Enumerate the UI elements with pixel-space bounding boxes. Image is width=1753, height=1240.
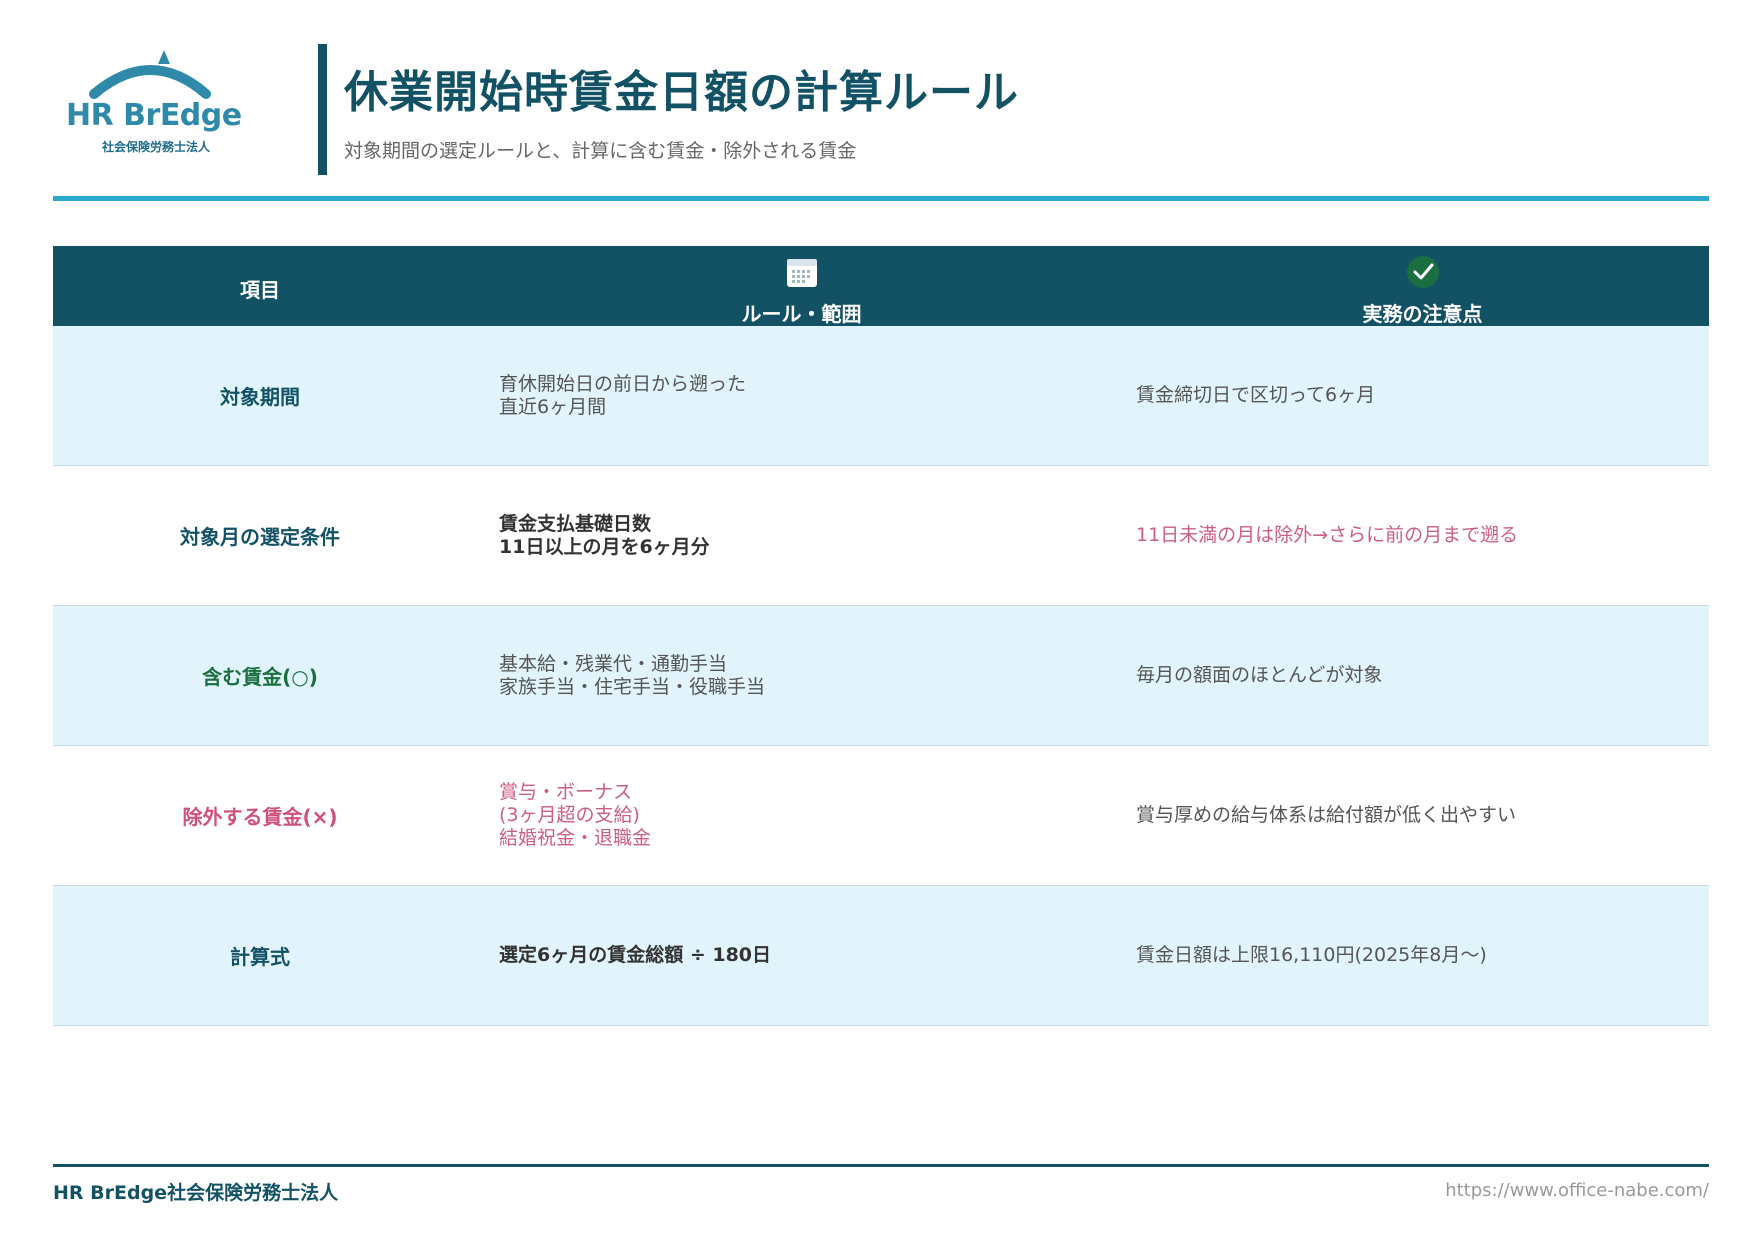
row-note: 11日未満の月は除外→さらに前の月まで遡る	[1136, 524, 1519, 546]
rule-line: 11日以上の月を6ヶ月分	[499, 535, 710, 558]
footer-company: HR BrEdge社会保険労務士法人	[53, 1182, 339, 1204]
table-row: 計算式 選定6ヶ月の賃金総額 ÷ 180日 賃金日額は上限16,110円(202…	[53, 886, 1709, 1026]
rule-line: 基本給・残業代・通勤手当	[499, 652, 728, 675]
logo: HR BrEdge 社会保険労務士法人	[66, 46, 256, 156]
table-header: 項目 ルール・範囲 実務の注意点	[53, 246, 1709, 326]
row-note: 賃金日額は上限16,110円(2025年8月〜)	[1136, 944, 1487, 966]
table-row: 対象月の選定条件 賃金支払基礎日数 11日以上の月を6ヶ月分 11日未満の月は除…	[53, 466, 1709, 606]
title-accent-bar	[318, 44, 327, 175]
rule-line: 賞与・ボーナス	[499, 781, 633, 803]
row-note: 賃金締切日で区切って6ヶ月	[1136, 384, 1376, 406]
header-label-item: 項目	[240, 278, 280, 302]
row-rule: 基本給・残業代・通勤手当 家族手当・住宅手当・役職手当	[467, 606, 1136, 745]
rule-line: 賃金支払基礎日数	[499, 512, 652, 535]
check-circle-icon	[1406, 256, 1439, 288]
table-row: 除外する賃金(×) 賞与・ボーナス (3ヶ月超の支給) 結婚祝金・退職金 賞与厚…	[53, 746, 1709, 886]
rule-line: 直近6ヶ月間	[499, 395, 607, 418]
logo-arc-icon	[89, 50, 211, 99]
header-divider	[53, 196, 1709, 201]
header-cell-item: 項目	[53, 246, 467, 326]
page-title: 休業開始時賃金日額の計算ルール	[344, 67, 1019, 118]
row-note: 賞与厚めの給与体系は給付額が低く出やすい	[1136, 804, 1517, 826]
logo-text: HR BrEdge	[66, 98, 242, 133]
rule-line: (3ヶ月超の支給)	[499, 804, 640, 826]
rule-line: 家族手当・住宅手当・役職手当	[499, 675, 766, 698]
rule-line: 結婚祝金・退職金	[499, 827, 652, 849]
row-item: 対象月の選定条件	[180, 525, 340, 549]
header-cell-rule: ルール・範囲	[467, 246, 1136, 326]
row-rule: 選定6ヶ月の賃金総額 ÷ 180日	[467, 886, 1136, 1025]
row-rule: 育休開始日の前日から遡った 直近6ヶ月間	[467, 326, 1136, 465]
row-rule: 賃金支払基礎日数 11日以上の月を6ヶ月分	[467, 466, 1136, 605]
header-cell-note: 実務の注意点	[1136, 246, 1709, 326]
row-item: 計算式	[230, 945, 290, 969]
row-item: 対象期間	[220, 385, 300, 409]
row-item: 含む賃金(○)	[202, 665, 318, 689]
header-label-rule: ルール・範囲	[741, 302, 862, 326]
page-subtitle: 対象期間の選定ルールと、計算に含む賃金・除外される賃金	[344, 140, 857, 162]
row-item: 除外する賃金(×)	[182, 805, 338, 829]
rule-line: 選定6ヶ月の賃金総額 ÷ 180日	[499, 944, 772, 966]
header-label-note: 実務の注意点	[1362, 302, 1483, 326]
table-row: 含む賃金(○) 基本給・残業代・通勤手当 家族手当・住宅手当・役職手当 毎月の額…	[53, 606, 1709, 746]
calendar-icon	[786, 259, 817, 287]
row-note: 毎月の額面のほとんどが対象	[1136, 664, 1383, 686]
rule-line: 育休開始日の前日から遡った	[499, 372, 747, 395]
logo-subtext: 社会保険労務士法人	[102, 140, 211, 154]
footer-url[interactable]: https://www.office-nabe.com/	[1445, 1180, 1709, 1201]
table-row: 対象期間 育休開始日の前日から遡った 直近6ヶ月間 賃金締切日で区切って6ヶ月	[53, 326, 1709, 466]
row-rule: 賞与・ボーナス (3ヶ月超の支給) 結婚祝金・退職金	[467, 746, 1136, 885]
footer-divider	[53, 1164, 1709, 1167]
rules-table: 項目 ルール・範囲 実務の注意点 対象期間 育休開始日の前日から遡った 直近6ヶ…	[53, 246, 1709, 1026]
